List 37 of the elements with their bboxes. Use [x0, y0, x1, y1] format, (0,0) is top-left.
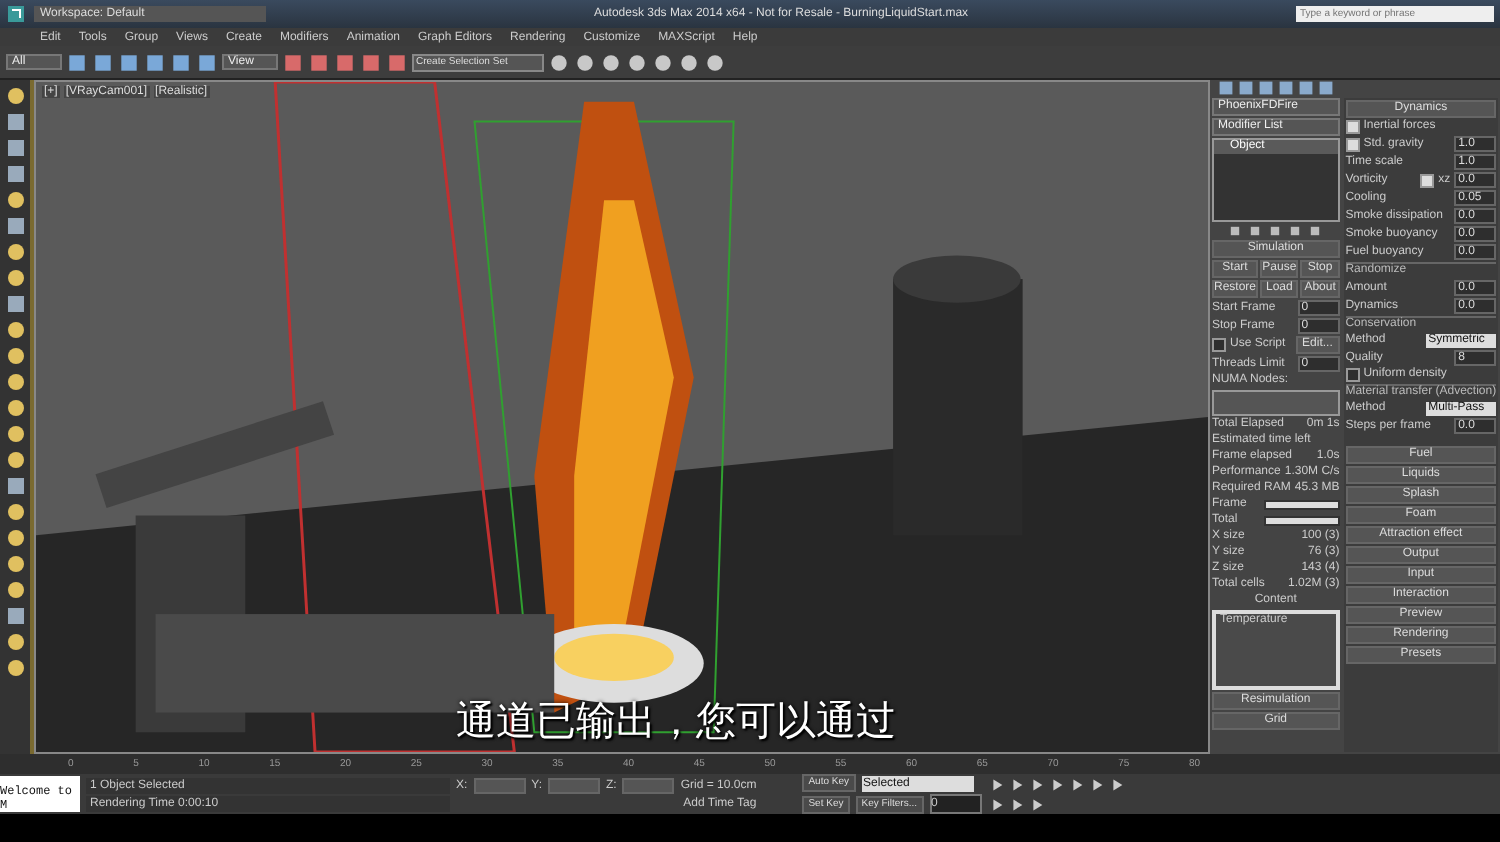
checkbox[interactable]: [1420, 173, 1435, 187]
numa-nodes-field[interactable]: [1212, 390, 1340, 416]
tool-icon[interactable]: [66, 51, 88, 73]
tool-icon[interactable]: [548, 51, 570, 73]
sphere-icon[interactable]: [5, 190, 25, 210]
checkbox[interactable]: [1345, 137, 1360, 151]
square-icon[interactable]: [5, 164, 25, 184]
tool-icon[interactable]: [308, 51, 330, 73]
checkbox[interactable]: [1345, 120, 1360, 134]
tool-icon[interactable]: [170, 51, 192, 73]
tool-icon[interactable]: [92, 51, 114, 73]
square-icon[interactable]: [5, 606, 25, 626]
tool-icon[interactable]: [600, 51, 622, 73]
tool-icon[interactable]: [652, 51, 674, 73]
tool-icon[interactable]: [196, 51, 218, 73]
sphere-icon[interactable]: [5, 86, 25, 106]
tool-icon[interactable]: [334, 51, 356, 73]
tool-icon[interactable]: [626, 51, 648, 73]
tool-icon[interactable]: [678, 51, 700, 73]
square-icon[interactable]: [5, 112, 25, 132]
tool-icon[interactable]: [118, 51, 140, 73]
tool-icon[interactable]: [144, 51, 166, 73]
tool-icon[interactable]: [386, 51, 408, 73]
square-icon[interactable]: [5, 294, 25, 314]
checkbox[interactable]: [1345, 368, 1360, 382]
square-icon[interactable]: [5, 138, 25, 158]
coordinate-field[interactable]: [473, 777, 526, 793]
app-logo-icon[interactable]: [6, 4, 26, 24]
tool-icon[interactable]: [360, 51, 382, 73]
square-icon[interactable]: [5, 476, 25, 496]
square-icon[interactable]: [5, 216, 25, 236]
tool-icon[interactable]: [574, 51, 596, 73]
tool-icon[interactable]: [704, 51, 726, 73]
coordinate-field[interactable]: [622, 777, 675, 793]
tool-icon[interactable]: [282, 51, 304, 73]
coordinate-field[interactable]: [548, 777, 601, 793]
checkbox[interactable]: [1212, 338, 1226, 352]
